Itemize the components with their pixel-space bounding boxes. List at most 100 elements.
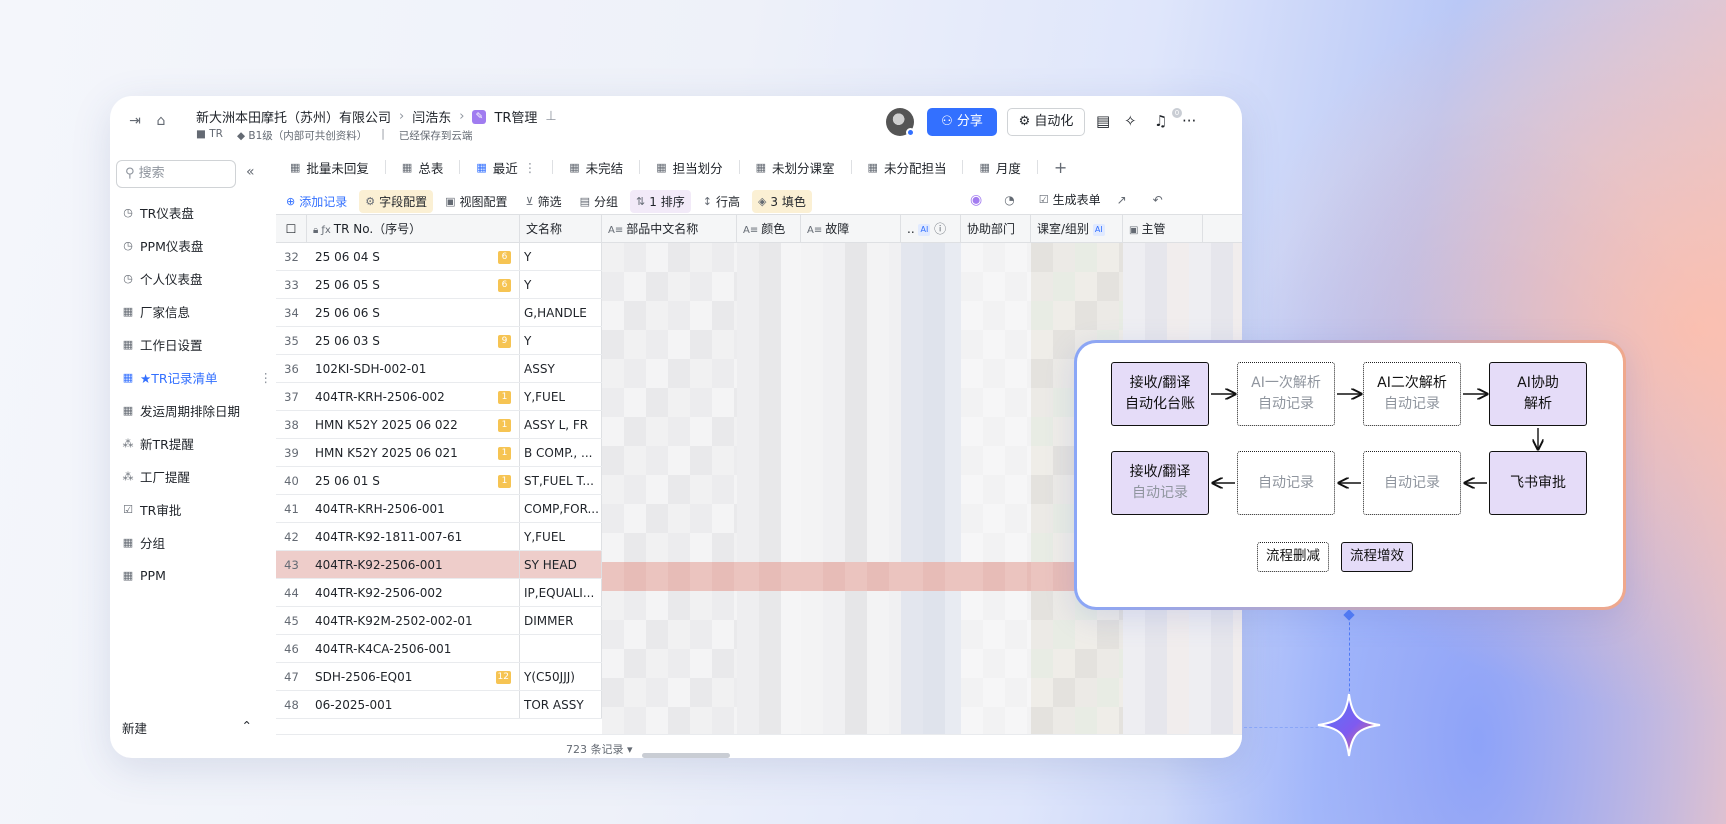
sidebar-item-vendor-info[interactable]: ▦ 厂家信息 <box>122 295 272 328</box>
security-label[interactable]: ◆ B1级（内部可共创资料） <box>237 128 367 143</box>
column-header-fault[interactable]: A≡ 故障 <box>801 215 901 243</box>
sidebar-item-factory-reminder[interactable]: ⁂ 工厂提醒 <box>122 460 272 493</box>
tab-unfinished[interactable]: ▦ 未完结 <box>561 158 631 177</box>
cell-tr-no[interactable]: 404TR-K92-1811-007-61 <box>307 523 520 550</box>
column-header-assist[interactable]: 协助部门 <box>961 215 1031 243</box>
cell-name[interactable]: TOR ASSY <box>520 691 602 718</box>
cell-name[interactable]: DIMMER <box>520 607 602 634</box>
cell-tr-no[interactable]: 25 06 01 S 1 <box>307 467 520 494</box>
cell-tr-no[interactable]: HMN K52Y 2025 06 021 1 <box>307 439 520 466</box>
cell-name[interactable]: Y(C50JJJ) <box>520 663 602 690</box>
horizontal-scrollbar[interactable] <box>642 753 730 758</box>
share-view-icon[interactable]: ↗ <box>1117 193 1127 207</box>
add-record-button[interactable]: ⊕ 添加记录 <box>280 190 353 213</box>
pin-icon[interactable]: ⊥ <box>545 109 556 124</box>
collapse-sidebar-icon[interactable]: « <box>246 164 255 180</box>
ai-assistant-icon[interactable]: ◉ <box>970 192 982 208</box>
column-header-ai[interactable]: .. AI ⓘ <box>901 215 961 243</box>
cell-tr-no[interactable]: 404TR-K92-2506-001 <box>307 551 520 578</box>
tab-recent[interactable]: ▦ 最近 ⋮ <box>468 158 544 177</box>
cell-name[interactable]: Y <box>520 327 602 354</box>
cell-name[interactable]: ASSY <box>520 355 602 382</box>
new-button[interactable]: 新建 ⌃ <box>122 718 252 737</box>
more-vertical-icon[interactable]: ⋮ <box>260 370 273 385</box>
cell-tr-no[interactable]: HMN K52Y 2025 06 022 1 <box>307 411 520 438</box>
tab-unassigned-section[interactable]: ▦ 未划分课室 <box>748 158 843 177</box>
sidebar-item-tr-approval[interactable]: ☑ TR审批 <box>122 493 272 526</box>
view-config-button[interactable]: ▣ 视图配置 <box>439 190 513 213</box>
breadcrumb-doc-title[interactable]: TR管理 <box>494 107 537 126</box>
tab-assignment[interactable]: ▦ 担当划分 <box>648 158 730 177</box>
cell-name[interactable]: COMP,FOR... <box>520 495 602 522</box>
sort-button[interactable]: ⇅ 1 排序 <box>630 189 691 213</box>
sidebar-item-group[interactable]: ▦ 分组 <box>122 526 272 559</box>
sidebar-item-ppm[interactable]: ▦ PPM <box>122 559 272 592</box>
column-header-name[interactable]: 文名称 <box>520 215 602 243</box>
sidebar-item-ppm-dashboard[interactable]: ◷ PPM仪表盘 <box>122 229 272 262</box>
sidebar-item-shipping-exclusions[interactable]: ▦ 发运周期排除日期 <box>122 394 272 427</box>
cell-name[interactable]: Y <box>520 271 602 298</box>
cell-name[interactable]: Y,FUEL <box>520 523 602 550</box>
select-all-checkbox[interactable]: ☐ <box>276 215 307 243</box>
column-header-part-cn[interactable]: A≡ 部品中文名称 <box>602 215 737 243</box>
bell-icon[interactable]: ♫ <box>1154 112 1167 130</box>
cell-tr-no[interactable]: 25 06 03 S 9 <box>307 327 520 354</box>
add-view-button[interactable]: + <box>1046 158 1075 177</box>
generate-form-button[interactable]: ☑ 生成表单 <box>1033 188 1107 211</box>
cell-name[interactable]: IP,EQUALI... <box>520 579 602 606</box>
cell-tr-no[interactable]: 06-2025-001 <box>307 691 520 718</box>
sidebar-item-personal-dashboard[interactable]: ◷ 个人仪表盘 <box>122 262 272 295</box>
more-icon[interactable]: ··· <box>1182 112 1196 130</box>
info-icon[interactable]: ⓘ <box>934 222 946 236</box>
cell-tr-no[interactable]: 25 06 05 S 6 <box>307 271 520 298</box>
column-header-tr-no[interactable]: 🔒︎ ƒx TR No.（序号） <box>307 215 520 243</box>
more-vertical-icon[interactable]: ⋮ <box>524 160 537 175</box>
cell-tr-no[interactable]: SDH-2506-EQ01 12 <box>307 663 520 690</box>
tab-monthly[interactable]: ▦ 月度 <box>971 158 1028 177</box>
cell-name[interactable] <box>520 635 602 662</box>
cell-name[interactable]: Y <box>520 243 602 270</box>
cell-name[interactable]: SY HEAD <box>520 551 602 578</box>
cell-tr-no[interactable]: 404TR-K4CA-2506-001 <box>307 635 520 662</box>
sidebar-toggle-icon[interactable]: ⇥ <box>126 112 144 130</box>
tab-batch-unreplied[interactable]: ▦ 批量未回复 <box>282 158 377 177</box>
cell-tr-no[interactable]: 404TR-KRH-2506-002 1 <box>307 383 520 410</box>
column-header-section[interactable]: 课室/组别 AI <box>1031 215 1123 243</box>
column-header-color[interactable]: A≡ 颜色 <box>737 215 801 243</box>
cell-name[interactable]: G,HANDLE <box>520 299 602 326</box>
cell-tr-no[interactable]: 25 06 06 S <box>307 299 520 326</box>
sidebar-item-workday-settings[interactable]: ▦ 工作日设置 <box>122 328 272 361</box>
row-height-button[interactable]: ↕ 行高 <box>697 190 746 213</box>
record-count[interactable]: 723 条记录 ▾ <box>566 741 633 757</box>
sidebar-item-tr-dashboard[interactable]: ◷ TR仪表盘 <box>122 196 272 229</box>
fill-color-button[interactable]: ◈ 3 填色 <box>751 189 812 213</box>
cell-tr-no[interactable]: 404TR-K92M-2502-002-01 <box>307 607 520 634</box>
field-config-button[interactable]: ⚙ 字段配置 <box>359 189 434 213</box>
sidebar-item-new-tr-reminder[interactable]: ⁂ 新TR提醒 <box>122 427 272 460</box>
breadcrumb-company[interactable]: 新大洲本田摩托（苏州）有限公司 <box>196 107 391 126</box>
cell-tr-no[interactable]: 102KI-SDH-002-01 <box>307 355 520 382</box>
cell-name[interactable]: B COMP., ... <box>520 439 602 466</box>
cell-name[interactable]: ASSY L, FR <box>520 411 602 438</box>
history-icon[interactable]: ◔ <box>1004 193 1014 207</box>
sidebar-item-tr-records[interactable]: ▦ ★TR记录清单 ⋮ <box>122 361 272 394</box>
cell-tr-no[interactable]: 404TR-K92-2506-002 <box>307 579 520 606</box>
cell-name[interactable]: Y,FUEL <box>520 383 602 410</box>
cell-tr-no[interactable]: 25 06 04 S 6 <box>307 243 520 270</box>
group-button[interactable]: ▤ 分组 <box>574 190 624 213</box>
undo-icon[interactable]: ↶ <box>1153 193 1163 207</box>
automation-button[interactable]: ⚙ 自动化 <box>1007 108 1085 136</box>
tab-unassigned-owner[interactable]: ▦ 未分配担当 <box>860 158 955 177</box>
breadcrumb-owner[interactable]: 闫浩东 <box>412 107 451 126</box>
filter-button[interactable]: ⊻ 筛选 <box>520 190 568 213</box>
home-icon[interactable]: ⌂ <box>152 112 170 130</box>
search-input[interactable]: ⚲ 搜索 <box>116 160 236 188</box>
tab-master[interactable]: ▦ 总表 <box>394 158 451 177</box>
folder-label[interactable]: ■ TR <box>196 128 223 143</box>
share-button[interactable]: ⚇ 分享 <box>927 108 997 136</box>
plugin-icon[interactable]: ✧ <box>1124 112 1137 130</box>
cell-name[interactable]: ST,FUEL T... <box>520 467 602 494</box>
column-header-manager[interactable]: ▣ 主管 <box>1123 215 1203 243</box>
document-icon[interactable]: ▤ <box>1096 112 1110 130</box>
cell-tr-no[interactable]: 404TR-KRH-2506-001 <box>307 495 520 522</box>
